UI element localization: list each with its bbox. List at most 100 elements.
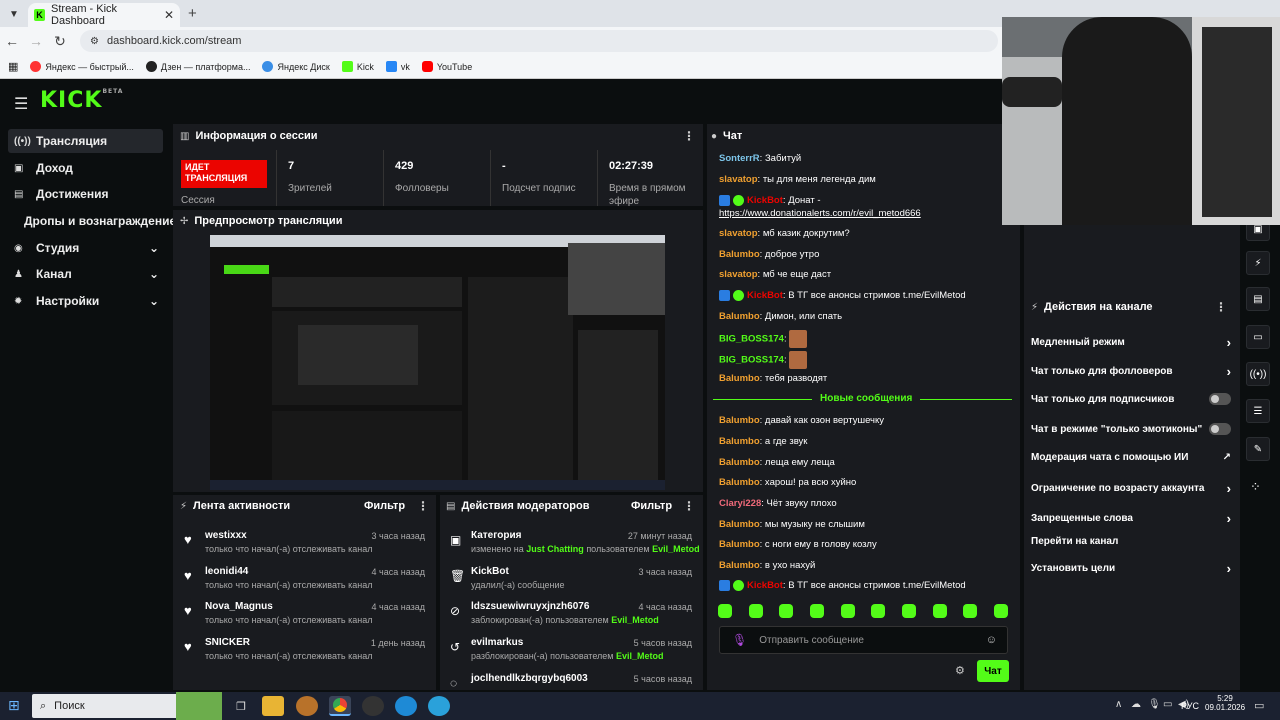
- app-icon[interactable]: [296, 696, 318, 716]
- emote-icon[interactable]: [871, 604, 886, 618]
- channel-action-item[interactable]: Чат в режиме "только эмотиконы": [1031, 423, 1231, 435]
- bookmark-yandex-disk[interactable]: Яндекс Диск: [262, 61, 330, 72]
- session-menu-icon[interactable]: ⋮: [683, 129, 695, 143]
- moderator-filter-button[interactable]: Фильтр: [631, 500, 672, 512]
- stream-preview-video[interactable]: [210, 235, 665, 490]
- sidebar-item-channel[interactable]: ♟ Канал ⌄: [8, 262, 163, 286]
- sidebar-item-stream[interactable]: ((•)) Трансляция: [8, 129, 163, 153]
- reload-icon[interactable]: ↻: [48, 33, 72, 50]
- moderator-action-name[interactable]: KickBot: [471, 566, 509, 577]
- language-indicator[interactable]: РУС: [1181, 701, 1199, 711]
- activity-username[interactable]: Nova_Magnus: [205, 601, 273, 612]
- channel-actions-menu-icon[interactable]: ⋮: [1215, 300, 1227, 314]
- chrome-icon[interactable]: [329, 696, 351, 716]
- obs-icon[interactable]: [362, 696, 384, 716]
- chat-username[interactable]: KickBot: [747, 580, 783, 591]
- channel-action-item[interactable]: Запрещенные слова ›: [1031, 511, 1231, 526]
- menu-icon[interactable]: ☰: [14, 94, 28, 114]
- highlighted-value[interactable]: Evil_Metod: [611, 615, 659, 625]
- doc-tool-icon[interactable]: ▤: [1246, 287, 1270, 311]
- back-icon[interactable]: ←: [0, 33, 24, 49]
- chat-username[interactable]: Balumbo: [719, 415, 760, 426]
- bookmark-kick[interactable]: Kick: [341, 61, 374, 72]
- windows-start-icon[interactable]: ⊞: [8, 697, 20, 714]
- channel-action-item[interactable]: Ограничение по возрасту аккаунта ›: [1031, 481, 1231, 496]
- chat-settings-gear-icon[interactable]: ⚙: [955, 664, 965, 677]
- edge-icon[interactable]: [395, 696, 417, 716]
- telegram-icon[interactable]: [428, 696, 450, 716]
- moderator-menu-icon[interactable]: ⋮: [683, 499, 695, 513]
- channel-action-item[interactable]: Установить цели ›: [1031, 561, 1231, 576]
- moderator-action-name[interactable]: joclhendlkzbqrgybq6003: [471, 673, 588, 684]
- activity-username[interactable]: leonidi44: [205, 566, 248, 577]
- browser-tab[interactable]: K Stream - Kick Dashboard ✕: [28, 3, 180, 27]
- channel-action-item[interactable]: Перейти на канал: [1031, 536, 1231, 547]
- chat-username[interactable]: Balumbo: [719, 457, 760, 468]
- chat-username[interactable]: Balumbo: [719, 560, 760, 571]
- notifications-icon[interactable]: ▭: [1254, 699, 1264, 712]
- chat-username[interactable]: slavatop: [719, 269, 758, 280]
- new-tab-icon[interactable]: +: [188, 5, 197, 22]
- chat-username[interactable]: slavatop: [719, 228, 758, 239]
- emote-icon[interactable]: [809, 604, 824, 618]
- activity-menu-icon[interactable]: ⋮: [417, 499, 429, 513]
- channel-action-item[interactable]: Модерация чата с помощью ИИ ↗: [1031, 452, 1231, 463]
- moderator-action-name[interactable]: Категория: [471, 530, 521, 541]
- close-tab-icon[interactable]: ✕: [164, 8, 174, 22]
- chat-input[interactable]: 🎙 Отправить сообщение ☺: [719, 626, 1008, 654]
- chat-username[interactable]: Balumbo: [719, 436, 760, 447]
- apps-tool-icon[interactable]: ⁘: [1250, 479, 1261, 495]
- highlighted-user[interactable]: Evil_Metod: [652, 544, 700, 554]
- tab-list-icon[interactable]: ▼: [6, 6, 22, 22]
- chat-username[interactable]: SonterrR: [719, 153, 760, 164]
- chat-username[interactable]: Claryi228: [719, 498, 761, 509]
- chat-username[interactable]: slavatop: [719, 174, 758, 185]
- url-input[interactable]: ⚙ dashboard.kick.com/stream: [80, 30, 998, 52]
- chat-send-button[interactable]: Чат: [977, 660, 1009, 682]
- bookmark-youtube[interactable]: YouTube: [421, 61, 472, 72]
- stack-tool-icon[interactable]: ☰: [1246, 399, 1270, 423]
- emote-icon[interactable]: [840, 604, 855, 618]
- highlighted-value[interactable]: Just Chatting: [526, 544, 584, 554]
- tray-network-icon[interactable]: ▭: [1163, 699, 1172, 710]
- emote-icon[interactable]: [748, 604, 763, 618]
- tray-cloud-icon[interactable]: ☁: [1131, 699, 1141, 710]
- forward-icon[interactable]: →: [24, 33, 48, 49]
- activity-username[interactable]: westixxx: [205, 530, 247, 541]
- chat-username[interactable]: BIG_BOSS174: [719, 334, 784, 345]
- emote-icon[interactable]: [963, 604, 978, 618]
- chat-username[interactable]: Balumbo: [719, 519, 760, 530]
- emote-icon[interactable]: [779, 604, 794, 618]
- chat-link[interactable]: https://www.donationalerts.com/r/evil_me…: [719, 208, 921, 219]
- activity-username[interactable]: SNICKER: [205, 637, 250, 648]
- chat-username[interactable]: KickBot: [747, 195, 783, 206]
- bookmark-yandex[interactable]: Яндекс — быстрый...: [30, 61, 134, 72]
- chat-username[interactable]: BIG_BOSS174: [719, 355, 784, 366]
- tray-overflow-icon[interactable]: ∧: [1115, 699, 1122, 710]
- channel-action-item[interactable]: Медленный режим ›: [1031, 335, 1231, 350]
- chat-username[interactable]: Balumbo: [719, 249, 760, 260]
- wrench-tool-icon[interactable]: ✎: [1246, 437, 1270, 461]
- site-info-icon[interactable]: ⚙: [90, 36, 99, 47]
- moderator-action-name[interactable]: evilmarkus: [471, 637, 523, 648]
- toggle-switch[interactable]: [1209, 423, 1231, 435]
- emoji-icon[interactable]: ☺: [986, 634, 997, 646]
- task-view-icon[interactable]: ❐: [230, 696, 252, 716]
- chat-username[interactable]: Balumbo: [719, 477, 760, 488]
- bookmark-dzen[interactable]: Дзен — платформа...: [145, 61, 250, 72]
- chat-username[interactable]: Balumbo: [719, 311, 760, 322]
- broadcast-tool-icon[interactable]: ((•)): [1246, 362, 1270, 386]
- apps-icon[interactable]: ▦: [8, 60, 18, 73]
- emote-icon[interactable]: [718, 604, 732, 618]
- chat-username[interactable]: KickBot: [747, 290, 783, 301]
- highlighted-value[interactable]: Evil_Metod: [616, 651, 664, 661]
- activity-filter-button[interactable]: Фильтр: [364, 500, 405, 512]
- microphone-icon[interactable]: 🎙: [732, 633, 747, 647]
- chat-username[interactable]: Balumbo: [719, 373, 760, 384]
- sidebar-item-settings[interactable]: ✹ Настройки ⌄: [8, 289, 163, 313]
- clock[interactable]: 5:29 09.01.2026: [1205, 694, 1245, 712]
- file-explorer-icon[interactable]: [262, 696, 284, 716]
- channel-action-item[interactable]: Чат только для подписчиков: [1031, 393, 1231, 405]
- emote-icon[interactable]: [932, 604, 947, 618]
- emote-icon[interactable]: [993, 604, 1008, 618]
